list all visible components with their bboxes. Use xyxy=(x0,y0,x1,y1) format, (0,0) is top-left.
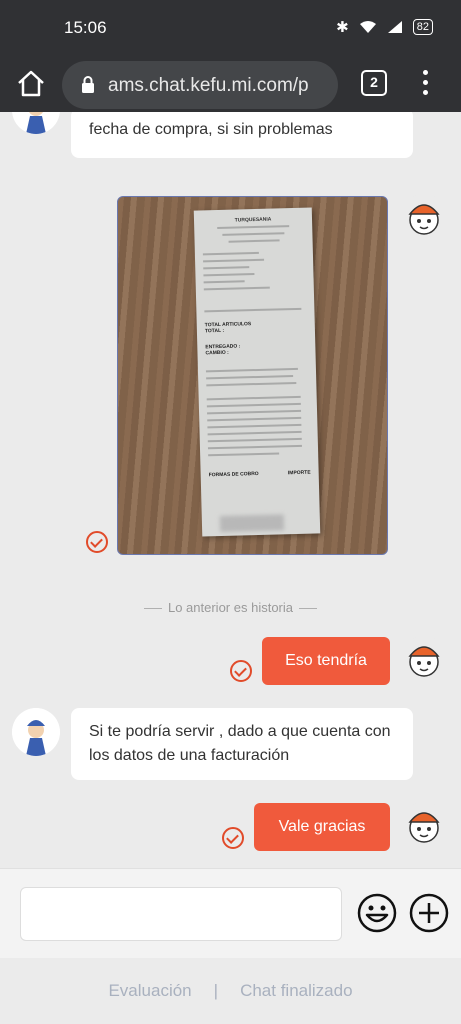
receipt-formas-cobro: FORMAS DE COBRO xyxy=(208,470,259,479)
history-divider: Lo anterior es historia xyxy=(0,600,461,615)
user-message: Eso tendría xyxy=(262,637,390,685)
url-bar[interactable]: ams.chat.kefu.mi.com/p xyxy=(62,61,338,109)
message-text: Si te podría servir , dado a que cuenta … xyxy=(89,723,391,764)
battery-icon: 82 xyxy=(412,19,433,35)
chat-status: Chat finalizado xyxy=(240,981,353,1000)
overflow-menu-icon[interactable] xyxy=(417,70,433,98)
user-avatar xyxy=(400,636,448,684)
message-text: Vale gracias xyxy=(278,818,366,835)
emoji-icon[interactable] xyxy=(357,893,397,933)
user-avatar xyxy=(400,802,448,850)
lock-icon xyxy=(82,76,94,93)
wifi-icon xyxy=(359,21,376,33)
user-message: Vale gracias xyxy=(254,803,390,851)
chat-footer: Evaluación | Chat finalizado xyxy=(0,958,461,1024)
receipt-cambio: CAMBIO : xyxy=(205,349,229,357)
receipt-store: TURQUESANIA xyxy=(234,216,272,224)
browser-toolbar: ams.chat.kefu.mi.com/p 2 xyxy=(0,56,461,112)
agent-avatar xyxy=(12,708,60,756)
message-input[interactable] xyxy=(20,887,342,941)
receipt-importe: IMPORTE xyxy=(287,469,311,477)
agent-message: Si te podría servir , dado a que cuenta … xyxy=(71,708,413,780)
receipt-photo[interactable]: TURQUESANIA TOTAL ARTICULOS TOTAL : ENTR… xyxy=(117,196,388,555)
composer xyxy=(0,868,461,958)
redacted-area xyxy=(219,514,285,533)
user-avatar xyxy=(400,194,448,242)
message-text: Eso tendría xyxy=(285,652,367,669)
read-check-icon xyxy=(230,660,252,682)
status-bar: 15:06 ✱ 82 xyxy=(0,0,461,56)
status-icons: ✱ 82 xyxy=(336,18,433,36)
read-check-icon xyxy=(222,827,244,849)
bluetooth-icon: ✱ xyxy=(336,19,349,36)
agent-avatar xyxy=(12,112,60,134)
evaluacion-link[interactable]: Evaluación xyxy=(108,981,191,1001)
message-text: fecha de compra, si sin problemas xyxy=(89,121,333,138)
history-divider-text: Lo anterior es historia xyxy=(167,600,293,615)
add-attachment-icon[interactable] xyxy=(409,893,449,933)
read-check-icon xyxy=(86,531,108,553)
chat-area[interactable]: fecha de compra, si sin problemas TURQUE… xyxy=(0,112,461,868)
tab-switcher-button[interactable]: 2 xyxy=(361,70,387,96)
footer-separator: | xyxy=(213,981,219,1000)
receipt-total: TOTAL : xyxy=(204,327,225,335)
agent-message: fecha de compra, si sin problemas xyxy=(71,112,413,158)
url-text: ams.chat.kefu.mi.com/p xyxy=(108,75,309,96)
signal-icon xyxy=(387,21,402,33)
status-time: 15:06 xyxy=(64,18,107,37)
home-icon[interactable] xyxy=(15,68,47,100)
receipt-image: TURQUESANIA TOTAL ARTICULOS TOTAL : ENTR… xyxy=(193,207,321,537)
